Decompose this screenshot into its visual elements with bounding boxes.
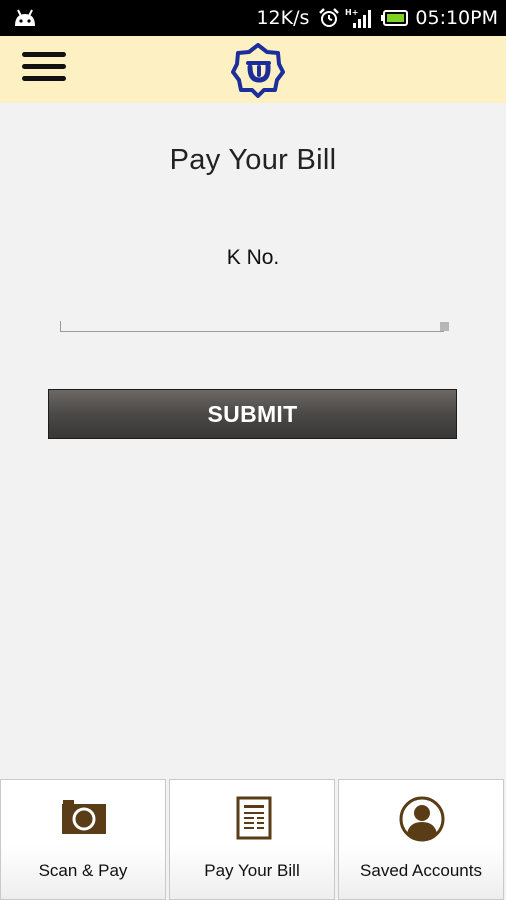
utility-logo-icon (231, 43, 285, 98)
nav-saved-accounts[interactable]: Saved Accounts (338, 779, 504, 900)
nav-label: Saved Accounts (360, 861, 482, 880)
network-type-label: H+ (345, 8, 358, 17)
hamburger-menu-icon[interactable] (22, 52, 66, 86)
submit-button[interactable]: SUBMIT (48, 389, 457, 439)
user-account-icon (399, 796, 445, 842)
bill-document-icon (236, 796, 272, 840)
status-bar: 12K/s H+ 05:10PM (0, 0, 506, 36)
clock-time: 05:10PM (415, 7, 498, 29)
nav-pay-your-bill[interactable]: Pay Your Bill (169, 779, 335, 900)
battery-icon (381, 10, 409, 26)
k-number-input[interactable] (60, 318, 448, 330)
nav-label: Pay Your Bill (204, 861, 300, 880)
nav-scan-and-pay[interactable]: Scan & Pay (0, 779, 166, 900)
network-speed: 12K/s (256, 7, 310, 29)
nav-label: Scan & Pay (38, 861, 128, 880)
signal-strength-icon: H+ (345, 8, 372, 28)
input-resize-handle (440, 322, 449, 331)
app-header (0, 36, 506, 103)
bottom-navigation: Scan & Pay Pay Your Bill Saved Accounts (0, 779, 506, 900)
page-title: Pay Your Bill (169, 144, 337, 176)
alarm-clock-icon (319, 8, 340, 27)
camera-icon (62, 800, 106, 834)
k-number-field[interactable] (60, 318, 449, 334)
android-icon (15, 9, 35, 26)
k-number-label: K No. (226, 246, 280, 269)
